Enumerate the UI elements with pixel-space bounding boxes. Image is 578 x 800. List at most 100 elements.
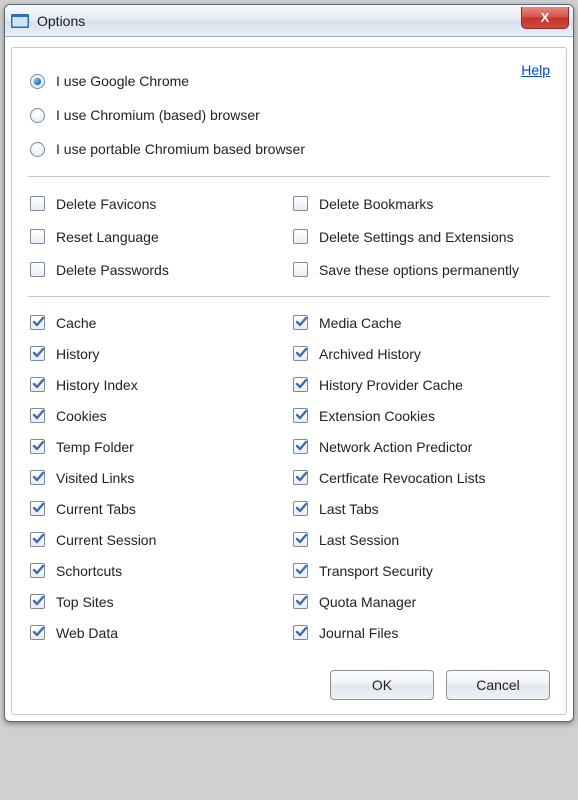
checkbox-icon	[28, 261, 46, 279]
browser-radio[interactable]: I use Google Chrome	[28, 64, 550, 98]
data-checkbox[interactable]: Top Sites	[28, 586, 287, 617]
data-checkbox[interactable]: Media Cache	[291, 307, 550, 338]
data-checkbox[interactable]: Web Data	[28, 617, 287, 648]
checkbox-label: Delete Passwords	[56, 262, 169, 278]
checkbox-label: Save these options permanently	[319, 262, 519, 278]
checkbox-icon	[291, 314, 309, 332]
data-checkbox[interactable]: History	[28, 338, 287, 369]
radio-label: I use Google Chrome	[56, 73, 189, 89]
data-checkbox[interactable]: Visited Links	[28, 462, 287, 493]
checkbox-label: Journal Files	[319, 625, 398, 641]
checkbox-icon	[28, 593, 46, 611]
checkbox-label: History Index	[56, 377, 138, 393]
checkbox-label: History Provider Cache	[319, 377, 463, 393]
help-link[interactable]: Help	[521, 62, 550, 78]
titlebar[interactable]: Options X	[5, 5, 573, 37]
checkbox-icon	[291, 407, 309, 425]
checkbox-label: Quota Manager	[319, 594, 416, 610]
checkbox-label: Delete Favicons	[56, 196, 156, 212]
ok-label: OK	[372, 677, 392, 693]
checkbox-icon	[291, 438, 309, 456]
checkbox-icon	[28, 438, 46, 456]
checkbox-label: Network Action Predictor	[319, 439, 472, 455]
checkbox-icon	[291, 531, 309, 549]
checkbox-label: Schortcuts	[56, 563, 122, 579]
checkbox-label: Reset Language	[56, 229, 159, 245]
checkbox-icon	[291, 228, 309, 246]
checkbox-icon	[28, 407, 46, 425]
radio-label: I use Chromium (based) browser	[56, 107, 260, 123]
browser-radio[interactable]: I use Chromium (based) browser	[28, 98, 550, 132]
checkbox-label: Cookies	[56, 408, 107, 424]
data-checkbox[interactable]: Transport Security	[291, 555, 550, 586]
data-checkbox[interactable]: Schortcuts	[28, 555, 287, 586]
browser-radio[interactable]: I use portable Chromium based browser	[28, 132, 550, 166]
misc-checkbox[interactable]: Delete Settings and Extensions	[291, 220, 550, 253]
checkbox-label: Cache	[56, 315, 96, 331]
options-window: Options X Help I use Google ChromeI use …	[4, 4, 574, 722]
misc-checkbox[interactable]: Save these options permanently	[291, 253, 550, 286]
data-checkbox[interactable]: History Index	[28, 369, 287, 400]
data-checkbox[interactable]: Current Tabs	[28, 493, 287, 524]
cancel-button[interactable]: Cancel	[446, 670, 550, 700]
checkbox-icon	[291, 376, 309, 394]
radio-label: I use portable Chromium based browser	[56, 141, 305, 157]
checkbox-icon	[28, 531, 46, 549]
checkbox-icon	[28, 195, 46, 213]
divider	[28, 296, 550, 297]
checkbox-icon	[28, 469, 46, 487]
data-checkbox[interactable]: Temp Folder	[28, 431, 287, 462]
browser-radio-group: I use Google Chrome I use Chromium (based…	[28, 64, 550, 166]
ok-button[interactable]: OK	[330, 670, 434, 700]
data-checkbox[interactable]: Extension Cookies	[291, 400, 550, 431]
radio-icon	[28, 140, 46, 158]
checkbox-label: Media Cache	[319, 315, 402, 331]
misc-options-grid: Delete Favicons Delete Bookmarks Reset Lan…	[28, 187, 550, 286]
checkbox-label: Visited Links	[56, 470, 134, 486]
misc-checkbox[interactable]: Delete Passwords	[28, 253, 287, 286]
radio-icon	[28, 106, 46, 124]
checkbox-icon	[291, 562, 309, 580]
checkbox-label: Extension Cookies	[319, 408, 435, 424]
checkbox-icon	[28, 500, 46, 518]
data-checkbox[interactable]: Last Tabs	[291, 493, 550, 524]
data-checkbox[interactable]: Cookies	[28, 400, 287, 431]
checkbox-label: History	[56, 346, 100, 362]
checkbox-icon	[28, 228, 46, 246]
checkbox-label: Delete Settings and Extensions	[319, 229, 514, 245]
checkbox-icon	[28, 376, 46, 394]
misc-checkbox[interactable]: Reset Language	[28, 220, 287, 253]
checkbox-icon	[28, 314, 46, 332]
window-title: Options	[37, 13, 85, 29]
data-checkbox[interactable]: Network Action Predictor	[291, 431, 550, 462]
checkbox-label: Transport Security	[319, 563, 433, 579]
radio-icon	[28, 72, 46, 90]
misc-checkbox[interactable]: Delete Favicons	[28, 187, 287, 220]
checkbox-icon	[291, 593, 309, 611]
data-checkbox[interactable]: Cache	[28, 307, 287, 338]
checkbox-icon	[291, 345, 309, 363]
divider	[28, 176, 550, 177]
checkbox-label: Certficate Revocation Lists	[319, 470, 486, 486]
checkbox-label: Delete Bookmarks	[319, 196, 433, 212]
window-body: Help I use Google Chrome I use Chromium (…	[5, 37, 573, 721]
data-checkbox[interactable]: Last Session	[291, 524, 550, 555]
checkbox-icon	[28, 562, 46, 580]
checkbox-label: Web Data	[56, 625, 118, 641]
options-panel: Help I use Google Chrome I use Chromium (…	[11, 47, 567, 715]
checkbox-label: Top Sites	[56, 594, 114, 610]
misc-checkbox[interactable]: Delete Bookmarks	[291, 187, 550, 220]
close-button[interactable]: X	[521, 7, 569, 29]
checkbox-label: Current Tabs	[56, 501, 136, 517]
checkbox-label: Last Tabs	[319, 501, 379, 517]
close-icon: X	[541, 10, 550, 25]
data-checkbox[interactable]: Certficate Revocation Lists	[291, 462, 550, 493]
data-checkbox[interactable]: Current Session	[28, 524, 287, 555]
data-checkbox[interactable]: Journal Files	[291, 617, 550, 648]
data-checkbox[interactable]: Archived History	[291, 338, 550, 369]
data-checkbox[interactable]: Quota Manager	[291, 586, 550, 617]
data-checkbox[interactable]: History Provider Cache	[291, 369, 550, 400]
app-icon	[11, 14, 29, 28]
checkbox-icon	[28, 624, 46, 642]
checkbox-icon	[291, 624, 309, 642]
